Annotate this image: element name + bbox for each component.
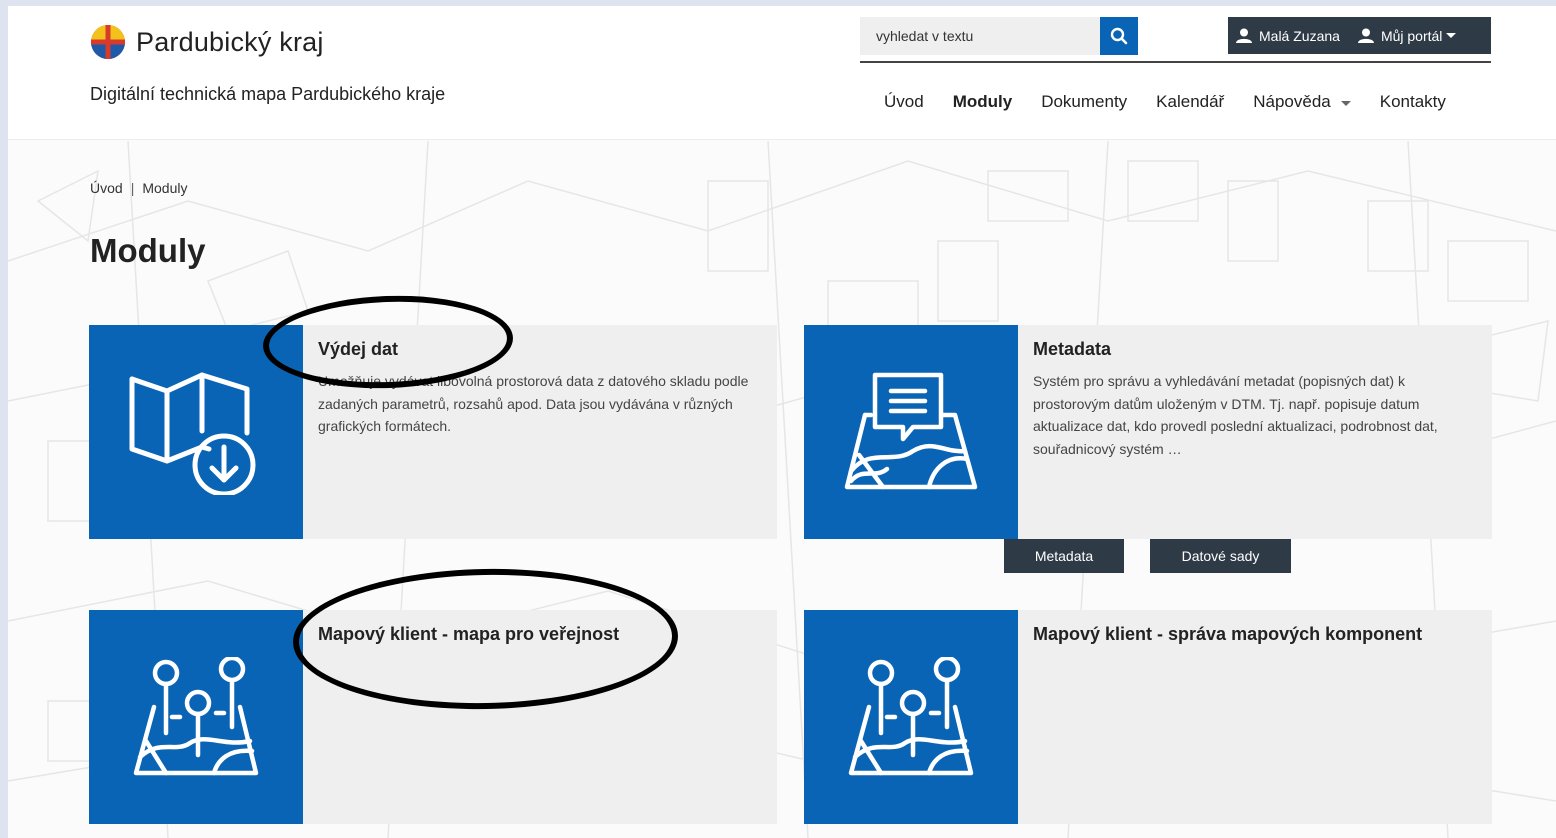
user-name: Malá Zuzana <box>1259 27 1340 44</box>
breadcrumb-uvod[interactable]: Úvod <box>90 180 123 196</box>
main-nav: Úvod Moduly Dokumenty Kalendář Nápověda … <box>884 92 1475 112</box>
nav-napoveda-label: Nápověda <box>1253 92 1331 111</box>
module-tile <box>89 610 303 824</box>
search-box <box>860 17 1140 55</box>
search-button[interactable] <box>1100 17 1138 55</box>
user-icon <box>1236 28 1252 43</box>
module-description: Umožňuje vydávat libovolná prostorová da… <box>318 373 749 434</box>
module-card-vydej-dat[interactable]: Výdej dat Umožňuje vydávat libovolná pro… <box>89 325 777 539</box>
nav-dokumenty[interactable]: Dokumenty <box>1041 92 1127 112</box>
nav-kontakty[interactable]: Kontakty <box>1380 92 1446 112</box>
module-title[interactable]: Mapový klient - správa mapových komponen… <box>1033 624 1422 645</box>
user-menu[interactable]: Malá Zuzana <box>1236 28 1340 44</box>
logo-text: Pardubický kraj <box>136 26 324 57</box>
module-tile <box>804 325 1018 539</box>
page-title: Moduly <box>90 232 206 269</box>
search-icon <box>1110 27 1128 45</box>
portal-menu[interactable]: Můj portál <box>1357 27 1457 44</box>
site-header: Pardubický kraj Digitální technická mapa… <box>8 6 1556 140</box>
map-download-icon <box>129 372 256 495</box>
nav-kalendar[interactable]: Kalendář <box>1156 92 1224 112</box>
portal-label: Můj portál <box>1380 27 1443 44</box>
module-description: Systém pro správu a vyhledávání metadat … <box>1033 373 1438 457</box>
datove-sady-button[interactable]: Datové sady <box>1150 539 1291 573</box>
module-title[interactable]: Metadata <box>1033 339 1111 360</box>
module-card-mapovy-klient-verejnost[interactable]: Mapový klient - mapa pro veřejnost <box>89 610 777 824</box>
module-card-mapovy-klient-sprava[interactable]: Mapový klient - správa mapových komponen… <box>804 610 1492 824</box>
module-card-metadata[interactable]: Metadata Systém pro správu a vyhledávání… <box>804 325 1492 539</box>
user-icon <box>1357 28 1374 43</box>
map-document-icon <box>844 372 978 490</box>
chevron-down-icon <box>1340 100 1351 106</box>
breadcrumb-moduly: Moduly <box>142 180 188 196</box>
search-input[interactable] <box>860 17 1100 55</box>
header-divider <box>860 61 1491 63</box>
page: Pardubický kraj Digitální technická mapa… <box>8 6 1556 838</box>
map-pins-icon <box>848 657 974 776</box>
user-bar: Malá Zuzana Můj portál <box>1228 17 1491 54</box>
site-subtitle: Digitální technická mapa Pardubického kr… <box>90 84 446 104</box>
logo[interactable]: Pardubický kraj <box>90 24 324 60</box>
pardubicky-kraj-logo-icon <box>91 25 125 59</box>
map-pins-icon <box>133 657 259 776</box>
module-tile <box>804 610 1018 824</box>
caret-down-icon <box>1446 32 1457 38</box>
nav-napoveda[interactable]: Nápověda <box>1253 92 1351 112</box>
nav-moduly[interactable]: Moduly <box>953 92 1013 112</box>
module-title[interactable]: Výdej dat <box>318 339 398 360</box>
nav-uvod[interactable]: Úvod <box>884 92 924 112</box>
breadcrumb-separator: | <box>130 180 135 196</box>
breadcrumb: Úvod | Moduly <box>90 180 187 196</box>
module-tile <box>89 325 303 539</box>
module-title[interactable]: Mapový klient - mapa pro veřejnost <box>318 624 619 645</box>
metadata-button[interactable]: Metadata <box>1004 539 1124 573</box>
